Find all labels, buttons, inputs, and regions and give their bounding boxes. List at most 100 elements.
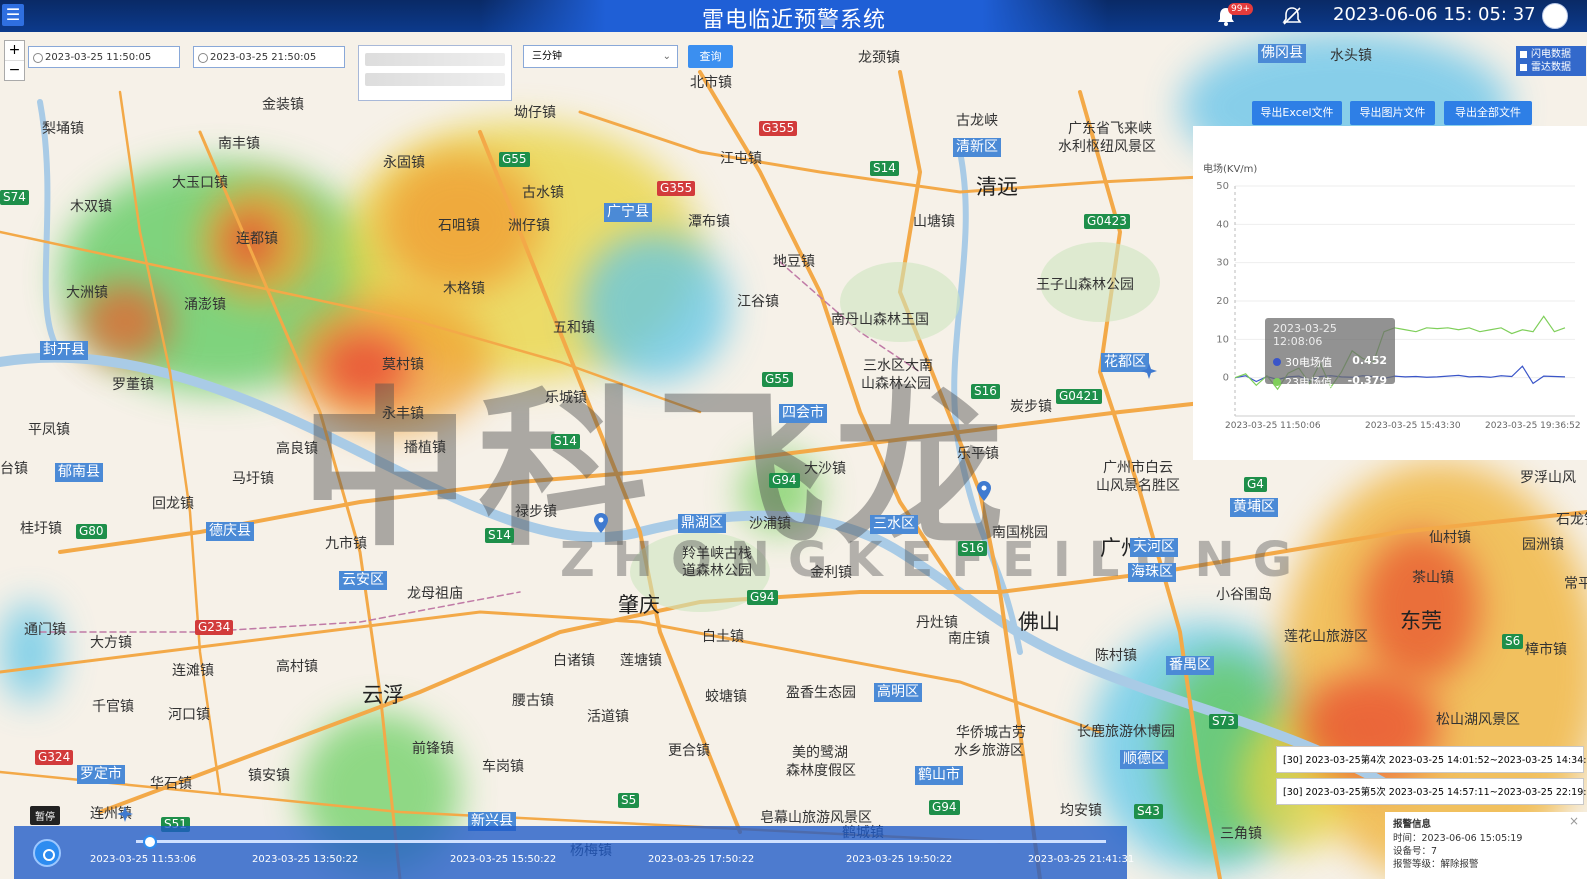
highway-shield: S16 [971, 384, 1000, 399]
place-label: 森林度假区 [786, 763, 856, 779]
place-label: 潭布镇 [688, 214, 730, 230]
play-pause-button[interactable] [33, 839, 61, 867]
place-label: 蛟塘镇 [705, 689, 747, 705]
place-label: 云浮 [362, 683, 404, 707]
end-time-input[interactable]: 2023-03-25 21:50:05 [193, 46, 345, 68]
checkbox-icon [1520, 50, 1527, 58]
place-label: 江谷镇 [737, 294, 779, 310]
alarm-time: 时间：2023-06-06 15:05:19 [1393, 833, 1523, 844]
place-label: 肇庆 [618, 593, 660, 617]
watermark-en: ZHONGKEFEILONG [560, 532, 1311, 588]
clock-icon [33, 53, 43, 63]
highway-shield: S73 [1209, 714, 1238, 729]
station-marker-icon[interactable] [593, 512, 609, 534]
district-label: 清新区 [953, 138, 1001, 157]
timeline-track[interactable] [136, 840, 1106, 843]
interval-select[interactable]: 三分钟 ⌄ [523, 45, 678, 68]
alert-record[interactable]: [30] 2023-03-25第4次 2023-03-25 14:01:52~2… [1276, 746, 1587, 773]
place-label: 莲花山旅游区 [1284, 629, 1368, 645]
close-icon[interactable]: × [1569, 814, 1579, 828]
timeline-handle[interactable] [143, 835, 157, 849]
place-label: 水头镇 [1330, 48, 1372, 64]
timeline-tick: 2023-03-25 11:53:06 [90, 854, 197, 865]
layer-toggle-lightning[interactable]: 闪电数据 [1516, 48, 1586, 61]
highway-shield: G55 [499, 152, 530, 167]
alert-record[interactable]: [30] 2023-03-25第5次 2023-03-25 14:57:11~2… [1276, 778, 1587, 805]
device-option-blurred[interactable] [365, 73, 505, 86]
y-tick-label: 40 [1216, 219, 1229, 230]
timeline-tick: 2023-03-25 15:50:22 [450, 854, 557, 865]
export-excel-button[interactable]: 导出Excel文件 [1252, 101, 1342, 125]
search-button[interactable]: 查询 [688, 45, 733, 68]
place-label: 九市镇 [325, 536, 367, 552]
tooltip-label: 30电场值 [1285, 356, 1332, 369]
highway-shield: G234 [195, 620, 234, 635]
mute-alarm-icon[interactable] [1281, 5, 1303, 27]
highway-shield: S14 [870, 161, 899, 176]
place-label: 播植镇 [404, 440, 446, 456]
place-label: 松山湖风景区 [1436, 712, 1520, 728]
place-label: 南丰镇 [218, 136, 260, 152]
hamburger-icon[interactable]: ☰ [2, 4, 24, 26]
tooltip-label: 23电场值 [1285, 376, 1332, 389]
place-label: 三水区大南 [863, 358, 933, 374]
place-label: 梨埇镇 [42, 121, 84, 137]
district-label: 云安区 [339, 571, 387, 590]
place-label: 南国桃园 [992, 525, 1048, 541]
place-label: 炭步镇 [1010, 399, 1052, 415]
highway-shield: S43 [1134, 804, 1163, 819]
place-label: 石龙镇 [1556, 512, 1587, 528]
place-label: 高村镇 [276, 659, 318, 675]
highway-shield: S6 [1502, 634, 1524, 649]
place-label: 车岗镇 [482, 759, 524, 775]
highway-shield: G80 [76, 524, 107, 539]
district-label: 黄埔区 [1230, 498, 1278, 517]
airport-icon [117, 806, 133, 822]
timeline-tick: 2023-03-25 17:50:22 [648, 854, 755, 865]
highway-shield: S74 [0, 190, 29, 205]
place-label: 镇安镇 [248, 768, 290, 784]
place-label: 河口镇 [168, 707, 210, 723]
tooltip-value: 0.452 [1352, 354, 1387, 367]
start-time-input[interactable]: 2023-03-25 11:50:05 [28, 46, 180, 68]
district-label: 天河区 [1130, 538, 1178, 557]
playback-timeline: 2023-03-25 11:53:06 2023-03-25 13:50:22 … [14, 826, 1134, 879]
place-label: 罗董镇 [112, 377, 154, 393]
place-label: 涌澎镇 [184, 297, 226, 313]
notification-badge: 99+ [1228, 3, 1253, 15]
x-tick-label: 2023-03-25 11:50:06 [1225, 421, 1321, 431]
place-label: 清远 [976, 175, 1018, 199]
y-tick-label: 0 [1223, 373, 1229, 384]
highway-shield: S5 [618, 793, 640, 808]
place-label: 坳仔镇 [514, 105, 556, 121]
place-label: 罗浮山风 [1520, 470, 1576, 486]
y-tick-label: 50 [1216, 181, 1229, 192]
highway-shield: G324 [35, 750, 74, 765]
place-label: 五和镇 [553, 320, 595, 336]
station-marker-icon[interactable] [976, 480, 992, 502]
export-all-button[interactable]: 导出全部文件 [1444, 101, 1532, 125]
layer-toggle-radar[interactable]: 雷达数据 [1516, 61, 1586, 74]
device-multiselect[interactable] [358, 45, 512, 101]
series-dot-icon [1273, 358, 1281, 366]
device-option-blurred[interactable] [365, 53, 505, 66]
place-label: 水乡旅游区 [954, 743, 1024, 759]
zoom-in-button[interactable]: + [5, 41, 24, 61]
place-label: 广州市白云 [1103, 460, 1173, 476]
export-image-button[interactable]: 导出图片文件 [1350, 101, 1435, 125]
series-dot-icon [1273, 378, 1281, 386]
start-time-value: 2023-03-25 11:50:05 [45, 52, 152, 63]
user-avatar-icon[interactable] [1542, 3, 1568, 29]
place-label: 洲仔镇 [508, 218, 550, 234]
place-label: 山风景名胜区 [1096, 478, 1180, 494]
district-label: 佛冈县 [1258, 44, 1306, 63]
place-label: 山森林公园 [861, 376, 931, 392]
place-label: 莲塘镇 [620, 653, 662, 669]
zoom-out-button[interactable]: − [5, 61, 24, 80]
place-label: 前锋镇 [412, 741, 454, 757]
place-label: 东莞 [1400, 609, 1442, 633]
place-label: 更合镇 [668, 743, 710, 759]
alarm-info-panel: × 报警信息 时间：2023-06-06 15:05:19 设备号：7 报警等级… [1385, 812, 1587, 879]
app-title: 雷电临近预警系统 [701, 8, 886, 33]
place-label: 常平 [1564, 576, 1587, 592]
